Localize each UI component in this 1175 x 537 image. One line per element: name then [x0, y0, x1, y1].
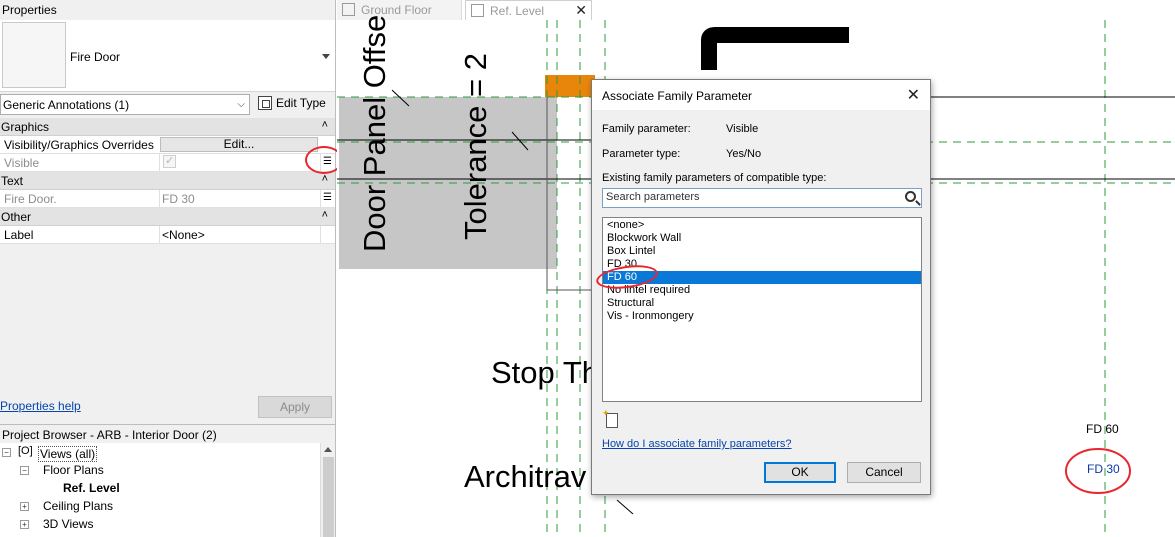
- tree-label: 3D Views: [43, 517, 94, 531]
- group-label: Graphics: [1, 120, 50, 134]
- family-parameter-label: Family parameter:: [602, 123, 691, 135]
- dialog-title-bar: Associate Family Parameter ✕: [592, 80, 930, 110]
- project-browser-title: Project Browser - ARB - Interior Door (2…: [0, 424, 335, 442]
- tree-label: Views (all): [38, 446, 98, 462]
- close-icon[interactable]: ✕: [907, 85, 920, 105]
- property-row-fire-door: Fire Door. FD 30 ☰: [0, 190, 335, 208]
- group-label: Other: [1, 210, 32, 224]
- tree-label: Ceiling Plans: [43, 499, 114, 513]
- views-icon: [O]: [18, 445, 33, 457]
- list-item[interactable]: Structural: [603, 297, 921, 310]
- tab-label: Ref. Level: [490, 4, 545, 18]
- edit-type-icon: [258, 96, 272, 110]
- tolerance-text: Tolerance = 2: [458, 53, 493, 240]
- view-tabs: Ground Floor Ref. Level ✕: [337, 0, 1175, 20]
- property-extra-cell: [320, 226, 334, 243]
- project-browser-tree: − [O] Views (all) − Floor Plans Ref. Lev…: [0, 443, 320, 537]
- tree-label: Ref. Level: [63, 481, 120, 495]
- scroll-up-icon[interactable]: [324, 447, 332, 452]
- property-label: Visibility/Graphics Overrides: [4, 138, 154, 152]
- collapse-icon[interactable]: ˄: [322, 209, 328, 221]
- collapse-icon[interactable]: −: [20, 466, 29, 475]
- apply-button[interactable]: Apply: [258, 396, 332, 418]
- floor-plan-icon: [471, 4, 484, 17]
- type-name: Fire Door: [70, 50, 121, 64]
- visible-checkbox[interactable]: [163, 154, 176, 168]
- property-label: Label: [4, 228, 34, 242]
- associate-parameter-button[interactable]: ☰: [320, 190, 334, 207]
- help-link[interactable]: How do I associate family parameters?: [602, 438, 792, 450]
- search-placeholder: Search parameters: [606, 191, 700, 203]
- tree-label: Floor Plans: [43, 463, 104, 477]
- chevron-down-icon: ⌵: [237, 99, 245, 110]
- list-item[interactable]: Vis - Ironmongery: [603, 310, 921, 323]
- list-item[interactable]: <none>: [603, 219, 921, 232]
- new-parameter-icon[interactable]: [602, 408, 618, 428]
- property-label: Fire Door.: [4, 192, 57, 206]
- door-panel-offset-text: Door Panel Offse: [357, 14, 392, 252]
- project-browser-scrollbar[interactable]: [320, 443, 335, 537]
- search-parameters-input[interactable]: Search parameters: [602, 188, 922, 208]
- properties-grid: Graphics ˄ Visibility/Graphics Overrides…: [0, 118, 335, 244]
- property-row-vg-overrides: Visibility/Graphics Overrides Edit...: [0, 136, 335, 154]
- ok-button[interactable]: OK: [764, 462, 836, 483]
- properties-help-link[interactable]: Properties help: [0, 399, 81, 413]
- close-icon[interactable]: ✕: [575, 2, 587, 19]
- list-item[interactable]: Blockwork Wall: [603, 232, 921, 245]
- expand-icon[interactable]: +: [20, 520, 29, 529]
- element-filter-select[interactable]: Generic Annotations (1) ⌵: [0, 94, 250, 115]
- type-preview-image: [2, 22, 66, 88]
- element-filter-value: Generic Annotations (1): [3, 98, 130, 112]
- property-value[interactable]: FD 30: [159, 190, 320, 207]
- tab-ground-floor[interactable]: Ground Floor: [337, 0, 462, 20]
- property-row-label: Label <None>: [0, 226, 335, 244]
- property-label: Visible: [4, 156, 40, 170]
- group-header-text[interactable]: Text ˄: [0, 172, 335, 190]
- expand-icon[interactable]: +: [20, 502, 29, 511]
- property-value[interactable]: <None>: [159, 226, 320, 243]
- collapse-icon[interactable]: ˄: [322, 173, 328, 185]
- group-header-other[interactable]: Other ˄: [0, 208, 335, 226]
- cancel-button[interactable]: Cancel: [847, 462, 921, 483]
- scroll-thumb[interactable]: [323, 457, 334, 537]
- tab-ref-level[interactable]: Ref. Level ✕: [465, 0, 592, 20]
- properties-title: Properties: [0, 0, 335, 20]
- group-label: Text: [1, 174, 24, 188]
- edit-type-label: Edit Type: [276, 96, 326, 110]
- associate-family-parameter-dialog: Associate Family Parameter ✕ Family para…: [591, 79, 931, 495]
- group-header-graphics[interactable]: Graphics ˄: [0, 118, 335, 136]
- orange-marker: [545, 75, 595, 97]
- vg-overrides-edit-button[interactable]: Edit...: [160, 137, 318, 152]
- collapse-icon[interactable]: −: [2, 448, 11, 457]
- edit-type-button[interactable]: Edit Type: [256, 94, 334, 115]
- list-item[interactable]: No lintel required: [603, 284, 921, 297]
- stop-text: Stop Th: [491, 355, 600, 390]
- tree-item-ref-level[interactable]: Ref. Level: [63, 481, 120, 499]
- list-item[interactable]: Box Lintel: [603, 245, 921, 258]
- fd60-tag[interactable]: FD 60: [1086, 422, 1119, 436]
- fd30-tag[interactable]: FD 30: [1087, 462, 1120, 476]
- property-row-visible: Visible ☰: [0, 154, 335, 172]
- collapse-icon[interactable]: ˄: [322, 119, 328, 131]
- type-dropdown-arrow-icon[interactable]: [322, 54, 330, 59]
- dialog-title: Associate Family Parameter: [602, 89, 753, 103]
- property-value-cell: [159, 154, 320, 171]
- type-selector[interactable]: Fire Door: [0, 20, 335, 92]
- search-icon[interactable]: [905, 191, 916, 202]
- parameter-type-value: Yes/No: [726, 148, 762, 160]
- family-parameter-value: Visible: [726, 123, 759, 135]
- existing-parameters-label: Existing family parameters of compatible…: [602, 172, 827, 184]
- thick-line-shape: [701, 27, 849, 70]
- floor-plan-icon: [342, 3, 355, 16]
- parameter-type-label: Parameter type:: [602, 148, 681, 160]
- tick-mark: [616, 499, 634, 515]
- parameter-list[interactable]: <none> Blockwork Wall Box Lintel FD 30 FD 60…: [602, 217, 922, 402]
- architrave-text: Architrav: [464, 459, 587, 494]
- properties-palette: Properties Fire Door Generic Annotations…: [0, 0, 336, 537]
